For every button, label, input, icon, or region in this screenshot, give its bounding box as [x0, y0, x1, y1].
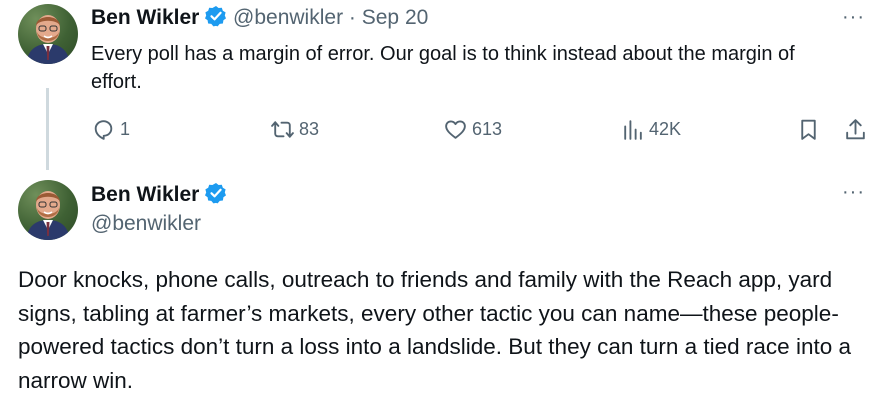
- avatar-image: [26, 15, 70, 64]
- like-button[interactable]: 613: [443, 117, 502, 142]
- views-button[interactable]: 42K: [620, 117, 681, 142]
- reply-button[interactable]: 1: [91, 117, 130, 142]
- reply-icon: [94, 120, 113, 140]
- verified-badge-icon: [205, 183, 227, 204]
- heart-icon: [445, 120, 466, 139]
- tweet-date[interactable]: Sep 20: [362, 6, 429, 29]
- repost-button[interactable]: 83: [270, 117, 319, 142]
- like-count: 613: [472, 119, 503, 139]
- bookmark-icon: [801, 119, 816, 140]
- author-name[interactable]: Ben Wikler: [91, 183, 199, 206]
- separator-dot: ·: [348, 6, 356, 29]
- author-name[interactable]: Ben Wikler: [91, 6, 199, 29]
- share-icon: [846, 119, 865, 140]
- more-options-button[interactable]: ···: [842, 181, 865, 204]
- tweet-text: Door knocks, phone calls, outreach to fr…: [18, 267, 851, 393]
- repost-count: 83: [299, 119, 320, 139]
- thread-connector-line: [46, 88, 49, 170]
- avatar-image: [26, 191, 70, 240]
- bookmark-button[interactable]: [796, 117, 821, 142]
- tweet-header: Ben Wikler: [91, 182, 227, 207]
- view-count: 42K: [649, 119, 682, 139]
- verified-badge-icon: [205, 6, 227, 27]
- avatar[interactable]: [18, 180, 78, 240]
- author-handle[interactable]: @benwikler: [233, 6, 343, 29]
- tweet-header: Ben Wikler @benwikler · Sep 20: [91, 5, 428, 30]
- tweet-text: Every poll has a margin of error. Our go…: [91, 43, 795, 93]
- reply-count: 1: [120, 119, 131, 139]
- views-icon: [624, 120, 642, 140]
- author-handle[interactable]: @benwikler: [91, 212, 201, 236]
- more-options-button[interactable]: ···: [842, 6, 865, 29]
- share-button[interactable]: [843, 117, 868, 142]
- repost-icon: [271, 121, 294, 138]
- avatar[interactable]: [18, 4, 78, 64]
